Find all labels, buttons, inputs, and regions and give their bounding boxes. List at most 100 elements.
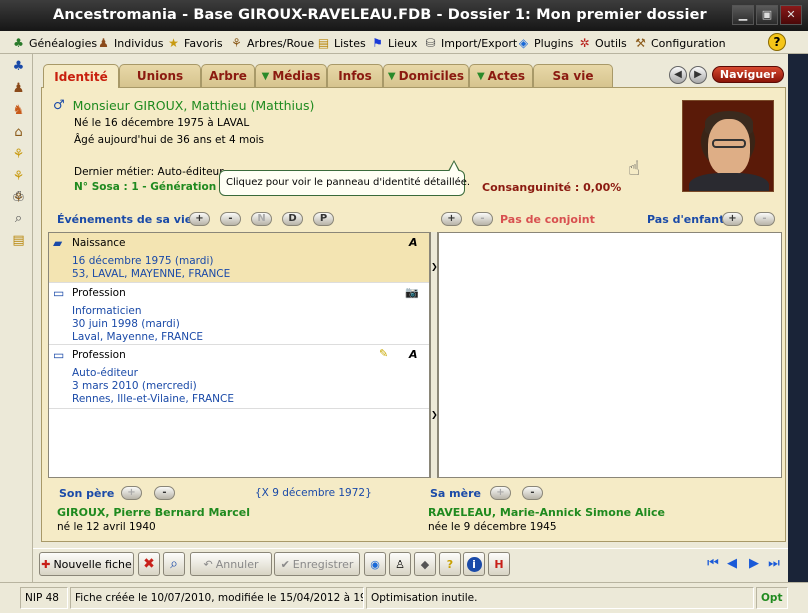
menu-favoris[interactable]: ★ Favoris	[166, 34, 223, 52]
menu-individus[interactable]: ♟ Individus	[96, 34, 163, 52]
add-union-button[interactable]: +	[441, 212, 462, 226]
next-record-icon[interactable]: ▶	[746, 556, 762, 572]
window-titlebar[interactable]: Ancestromania - Base GIROUX-RAVELEAU.FDB…	[0, 0, 808, 31]
previous-record-icon[interactable]: ◀	[724, 556, 740, 572]
remove-child-button[interactable]: -	[754, 212, 775, 226]
delete-icon: ✖	[143, 556, 155, 572]
source-icon[interactable]: A	[409, 236, 418, 249]
family-tree-icon[interactable]: ⚘	[10, 146, 27, 163]
menu-configuration[interactable]: ⚒ Configuration	[633, 34, 726, 52]
notes-icon[interactable]: ▤	[10, 232, 27, 249]
profession-event-button[interactable]: P	[313, 212, 334, 226]
events-section-title: Événements de sa vie	[57, 213, 193, 226]
persons-icon[interactable]: ♞	[10, 102, 27, 119]
father-name[interactable]: GIROUX, Pierre Bernard Marcel	[57, 506, 250, 519]
tab-actes[interactable]: ▼ Actes	[469, 64, 533, 87]
search-button[interactable]: ⌕	[163, 552, 185, 576]
books-button[interactable]: ◆	[414, 552, 436, 576]
menu-outils[interactable]: ✲ Outils	[577, 34, 626, 52]
note-icon[interactable]: ✎	[379, 347, 388, 360]
help-icon: ?	[446, 557, 454, 571]
remove-mother-button[interactable]: -	[522, 486, 543, 500]
collapse-right-icon[interactable]: ❯	[431, 410, 438, 419]
menu-bar: ♣ Généalogies ♟ Individus ★ Favoris ⚘ Arbres…	[0, 31, 808, 54]
globe-button[interactable]: ◉	[364, 552, 386, 576]
undo-icon: ↶	[203, 557, 213, 571]
add-event-button[interactable]: +	[189, 212, 210, 226]
remove-union-button[interactable]: -	[472, 212, 493, 226]
list-item[interactable]: ▭ Profession Auto-éditeur 3 mars 2010 (m…	[49, 345, 429, 409]
tab-identite[interactable]: Identité	[43, 64, 119, 88]
status-opt[interactable]: Opt	[756, 587, 788, 609]
printer-icon[interactable]: ⎙	[10, 188, 27, 205]
delete-button[interactable]: ✖	[138, 552, 160, 576]
minimize-button[interactable]: ▁	[732, 5, 754, 25]
person-icon: ♟	[98, 35, 109, 50]
first-record-icon[interactable]: ⏮	[705, 556, 721, 572]
add-mother-button[interactable]: +	[490, 486, 511, 500]
person-photo[interactable]	[682, 100, 774, 192]
info-button[interactable]: i	[463, 552, 485, 576]
help-button[interactable]: ?	[439, 552, 461, 576]
cancel-button[interactable]: ↶ Annuler	[190, 552, 272, 576]
unions-list[interactable]	[438, 232, 782, 478]
history-button[interactable]: H	[488, 552, 510, 576]
tab-domiciles[interactable]: ▼ Domiciles	[383, 64, 469, 87]
tab-arbre[interactable]: Arbre	[201, 64, 255, 87]
star-icon: ★	[168, 35, 179, 50]
list-item[interactable]: ▰ Naissance 16 décembre 1975 (mardi) 53,…	[49, 233, 429, 283]
parents-marriage-link[interactable]: {X 9 décembre 1972}	[255, 487, 372, 499]
next-arrow-icon[interactable]: ▶	[689, 66, 707, 84]
menu-plugins[interactable]: ◈ Plugins	[516, 34, 574, 52]
father-birth: né le 12 avril 1940	[57, 521, 156, 533]
naviguer-button[interactable]: Naviguer	[712, 66, 784, 83]
check-icon: ✔	[280, 557, 290, 571]
source-icon[interactable]: A	[409, 348, 418, 361]
mother-name[interactable]: RAVELEAU, Marie-Annick Simone Alice	[428, 506, 665, 519]
age-info: Âgé aujourd'hui de 36 ans et 4 mois	[74, 134, 265, 146]
menu-genealogies[interactable]: ♣ Généalogies	[11, 34, 97, 52]
family-tree-icon: ⚘	[231, 35, 242, 50]
last-record-icon[interactable]: ⏭	[766, 556, 782, 572]
deces-event-button[interactable]: D	[282, 212, 303, 226]
person-sheet-button[interactable]: ♙	[389, 552, 411, 576]
magnifier-icon[interactable]: ⌕	[10, 210, 27, 227]
no-spouse-label: Pas de conjoint	[500, 213, 595, 226]
collapse-left-icon[interactable]: ❯	[431, 262, 438, 271]
help-icon[interactable]: ?	[768, 33, 786, 51]
house-icon[interactable]: ⌂	[10, 124, 27, 141]
menu-arbres-roue[interactable]: ⚘ Arbres/Roue	[229, 34, 314, 52]
save-button[interactable]: ✔ Enregistrer	[274, 552, 360, 576]
info-icon: i	[466, 556, 482, 572]
menu-lieux[interactable]: ⚑ Lieux	[370, 34, 417, 52]
person-icon[interactable]: ♟	[10, 80, 27, 97]
add-father-button[interactable]: +	[121, 486, 142, 500]
book-icon: ▰	[53, 236, 63, 250]
tab-medias[interactable]: ▼ Médias	[255, 64, 327, 87]
previous-arrow-icon[interactable]: ◀	[669, 66, 687, 84]
close-button[interactable]: ✕	[780, 5, 802, 25]
remove-event-button[interactable]: -	[220, 212, 241, 226]
tab-unions[interactable]: Unions	[119, 64, 201, 87]
menu-import-export[interactable]: ⛁ Import/Export	[423, 34, 517, 52]
tree-icon: ♣	[13, 35, 24, 50]
descendants-icon[interactable]: ⚘	[10, 168, 27, 185]
person-name[interactable]: ♂ Monsieur GIROUX, Matthieu (Matthius)	[53, 98, 314, 113]
window-title: Ancestromania - Base GIROUX-RAVELEAU.FDB…	[53, 7, 707, 23]
remove-father-button[interactable]: -	[154, 486, 175, 500]
hand-pointer-icon[interactable]: ☝	[628, 156, 640, 180]
mother-birth: née le 9 décembre 1945	[428, 521, 557, 533]
tab-sa-vie[interactable]: Sa vie	[533, 64, 613, 87]
maximize-button[interactable]: ▣	[756, 5, 778, 25]
new-record-button[interactable]: ✚ Nouvelle fiche	[39, 552, 134, 576]
status-optimisation: Optimisation inutile.	[366, 587, 754, 609]
add-child-button[interactable]: +	[722, 212, 743, 226]
tree-icon[interactable]: ♣	[10, 58, 27, 75]
menu-listes[interactable]: ▤ Listes	[316, 34, 366, 52]
tab-infos[interactable]: Infos	[327, 64, 383, 87]
events-list[interactable]: ▰ Naissance 16 décembre 1975 (mardi) 53,…	[48, 232, 430, 478]
list-splitter[interactable]: ❯ ❯	[430, 232, 438, 478]
camera-icon[interactable]: 📷	[405, 286, 419, 299]
naissance-event-button[interactable]: N	[251, 212, 272, 226]
list-item[interactable]: ▭ Profession Informaticien 30 juin 1998 …	[49, 283, 429, 345]
